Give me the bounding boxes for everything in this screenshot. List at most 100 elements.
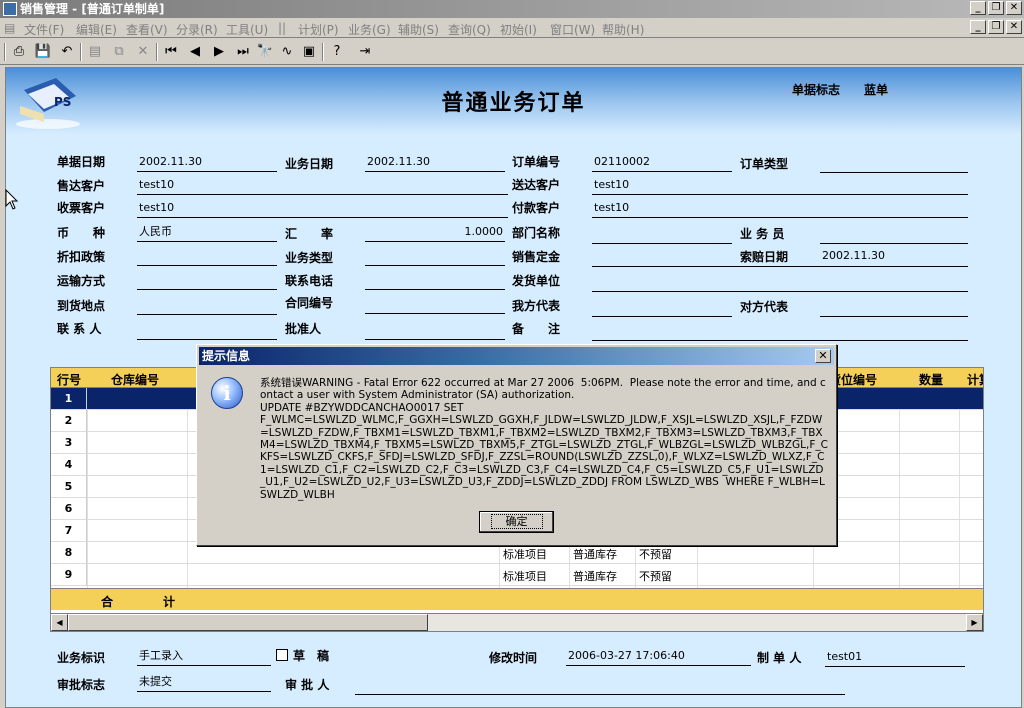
dept-field[interactable]: [592, 227, 732, 244]
claim-date-field[interactable]: 2002.11.30: [820, 249, 968, 266]
payer-field[interactable]: test10: [592, 201, 968, 218]
ship-to-field[interactable]: test10: [592, 178, 968, 195]
payer-label: 付款客户: [512, 201, 561, 215]
our-rep-label: 我方代表: [512, 299, 561, 313]
child-close-button[interactable]: ✕: [1006, 20, 1022, 34]
draft-checkbox[interactable]: [276, 649, 288, 661]
copy-icon[interactable]: ⧉: [110, 43, 128, 61]
exit-icon[interactable]: ⇥: [356, 43, 374, 61]
phone-field[interactable]: [365, 273, 505, 290]
menu-view[interactable]: 查看(V): [126, 21, 168, 38]
ship-unit-field[interactable]: [592, 275, 968, 292]
close-button[interactable]: ✕: [1006, 1, 1022, 15]
contract-label: 合同编号: [285, 296, 334, 310]
menu-query[interactable]: 查询(Q): [448, 21, 491, 38]
approver-label: 批准人: [285, 322, 322, 336]
their-rep-field[interactable]: [820, 300, 968, 317]
sold-to-field[interactable]: test10: [137, 178, 508, 195]
contact-field[interactable]: [137, 323, 277, 340]
delete-icon[interactable]: ✕: [134, 43, 152, 61]
biz-date-field[interactable]: 2002.11.30: [365, 155, 505, 172]
row-number: 9: [51, 564, 87, 586]
rate-field[interactable]: 1.0000: [365, 225, 505, 242]
approver-field[interactable]: [365, 323, 505, 340]
menu-plan[interactable]: 计划(P): [298, 21, 339, 38]
dialog-close-button[interactable]: ✕: [815, 349, 831, 363]
scroll-left-icon[interactable]: ◀: [51, 614, 68, 631]
undo-icon[interactable]: ↶: [58, 43, 76, 61]
dialog-title: 提示信息: [202, 349, 251, 363]
currency-field[interactable]: 人民币: [137, 225, 277, 242]
last-record-icon[interactable]: ⏭: [234, 43, 252, 61]
horizontal-scrollbar[interactable]: ◀ ▶: [51, 613, 983, 631]
col-row-no[interactable]: 行号: [57, 371, 81, 388]
phone-label: 联系电话: [285, 274, 334, 288]
menu-separator: ||: [278, 21, 287, 35]
minimize-button[interactable]: _: [970, 1, 986, 15]
menu-entry[interactable]: 分录(R): [176, 21, 218, 38]
menu-window[interactable]: 窗口(W): [550, 21, 595, 38]
window-title: 销售管理 - [普通订单制单]: [20, 2, 165, 16]
transport-label: 运输方式: [57, 274, 106, 288]
order-type-field[interactable]: [820, 156, 968, 173]
restore-button[interactable]: ❐: [988, 1, 1004, 15]
child-minimize-button[interactable]: _: [970, 20, 986, 34]
row-number: 5: [51, 476, 87, 498]
ok-button[interactable]: 确定: [479, 511, 554, 533]
find-icon[interactable]: 🔭: [256, 43, 274, 61]
printer-icon[interactable]: ⎙: [10, 43, 28, 61]
next-record-icon[interactable]: ▶: [210, 43, 228, 61]
ship-unit-label: 发货单位: [512, 274, 561, 288]
child-restore-button[interactable]: ❐: [988, 20, 1004, 34]
scroll-right-icon[interactable]: ▶: [966, 614, 983, 631]
menu-tools[interactable]: 工具(U): [226, 21, 268, 38]
our-rep-field[interactable]: [592, 300, 732, 317]
draft-label: 草 稿: [293, 649, 330, 663]
order-no-field[interactable]: 02110002: [592, 155, 732, 172]
dest-field[interactable]: [137, 298, 277, 315]
col-warehouse[interactable]: 仓库编号: [111, 371, 159, 388]
maker-field: test01: [825, 650, 965, 667]
save-icon[interactable]: 💾: [34, 43, 52, 61]
remark-field[interactable]: [592, 324, 968, 341]
deposit-label: 销售定金: [512, 250, 561, 264]
cell-stock-type[interactable]: 普通库存: [573, 546, 617, 562]
bill-to-field[interactable]: test10: [137, 201, 508, 218]
salesman-field[interactable]: [820, 227, 968, 244]
col-calc[interactable]: 计算: [967, 371, 983, 388]
table-row[interactable]: 9 标准项目 普通库存 不预留: [51, 564, 983, 586]
first-record-icon[interactable]: ⏮: [162, 43, 180, 61]
help-icon[interactable]: ?: [328, 43, 346, 61]
menu-assist[interactable]: 辅助(S): [398, 21, 439, 38]
menu-bar: ▤ 文件(F) 编辑(E) 查看(V) 分录(R) 工具(U) || 计划(P)…: [0, 18, 1024, 38]
row-number: 7: [51, 520, 87, 542]
audit-flag-label: 审批标志: [57, 678, 106, 692]
col-qty[interactable]: 数量: [919, 371, 943, 388]
scroll-thumb[interactable]: [68, 614, 428, 631]
cell-stock-type[interactable]: 普通库存: [573, 568, 617, 584]
cell-item-type[interactable]: 标准项目: [503, 546, 547, 562]
menu-init[interactable]: 初始(I): [500, 21, 537, 38]
chart-icon[interactable]: ∿: [278, 43, 296, 61]
menu-file[interactable]: 文件(F): [24, 21, 64, 38]
discount-field[interactable]: [137, 249, 277, 266]
contract-field[interactable]: [365, 297, 505, 314]
calc-icon[interactable]: ▣: [300, 43, 318, 61]
menu-edit[interactable]: 编辑(E): [76, 21, 117, 38]
insert-row-icon[interactable]: ▤: [86, 43, 104, 61]
menu-business[interactable]: 业务(G): [348, 21, 391, 38]
cell-reserve[interactable]: 不预留: [639, 546, 672, 562]
cell-reserve[interactable]: 不预留: [639, 568, 672, 584]
maker-label: 制 单 人: [757, 651, 802, 665]
auditor-field: [355, 678, 845, 695]
prev-record-icon[interactable]: ◀: [186, 43, 204, 61]
biz-flag-field[interactable]: 手工录入: [137, 649, 271, 666]
biz-type-field[interactable]: [365, 249, 505, 266]
menu-help[interactable]: 帮助(H): [602, 21, 644, 38]
dialog-message: 系统错误WARNING - Fatal Error 622 occurred a…: [260, 377, 828, 501]
cell-item-type[interactable]: 标准项目: [503, 568, 547, 584]
transport-field[interactable]: [137, 273, 277, 290]
dialog-title-bar: 提示信息 ✕: [199, 347, 834, 365]
contact-label: 联 系 人: [57, 322, 102, 336]
doc-date-field[interactable]: 2002.11.30: [137, 155, 277, 172]
